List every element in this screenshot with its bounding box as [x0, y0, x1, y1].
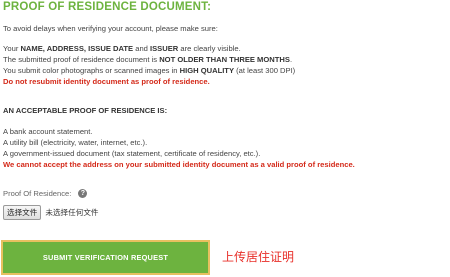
- acceptable-item: A utility bill (electricity, water, inte…: [3, 138, 148, 147]
- requirement-text: (at least 300 DPI): [234, 66, 296, 75]
- field-label-text: Proof Of Residence:: [3, 189, 72, 198]
- requirement-visible-fields: Your NAME, ADDRESS, ISSUE DATE and ISSUE…: [3, 44, 241, 53]
- requirement-quality: You submit color photographs or scanned …: [3, 66, 295, 75]
- file-upload-field: 选择文件 未选择任何文件: [3, 205, 99, 220]
- choose-file-button[interactable]: 选择文件: [3, 205, 42, 220]
- requirement-text: .: [289, 55, 293, 64]
- acceptable-item: A government-issued document (tax statem…: [3, 149, 261, 158]
- proof-of-residence-label: Proof Of Residence: ?: [3, 189, 88, 198]
- requirement-age: The submitted proof of residence documen…: [3, 55, 292, 64]
- requirement-text: The submitted proof of residence documen…: [3, 55, 160, 64]
- requirement-text: You submit color photographs or scanned …: [3, 66, 180, 75]
- submit-verification-button[interactable]: SUBMIT VERIFICATION REQUEST: [3, 242, 208, 273]
- help-icon[interactable]: ?: [78, 189, 88, 198]
- requirement-text: are clearly visible.: [178, 44, 241, 53]
- upload-annotation: 上传居住证明: [222, 250, 295, 264]
- requirement-emphasis: ISSUER: [150, 44, 179, 53]
- requirement-text: and: [133, 44, 150, 53]
- submit-highlight-frame: SUBMIT VERIFICATION REQUEST: [1, 240, 210, 275]
- requirement-emphasis: NAME, ADDRESS, ISSUE DATE: [20, 44, 134, 53]
- file-status-text: 未选择任何文件: [45, 208, 99, 217]
- intro-text: To avoid delays when verifying your acco…: [3, 24, 218, 33]
- verification-form: PROOF OF RESIDENCE DOCUMENT: To avoid de…: [0, 0, 450, 277]
- acceptable-heading: AN ACCEPTABLE PROOF OF RESIDENCE IS:: [3, 106, 168, 115]
- warning-text: We cannot accept the address on your sub…: [3, 160, 355, 169]
- acceptable-item: A bank account statement.: [3, 127, 93, 136]
- page-title: PROOF OF RESIDENCE DOCUMENT:: [3, 1, 212, 13]
- requirement-no-resubmit: Do not resubmit identity document as pro…: [3, 77, 210, 86]
- requirement-emphasis: NOT OLDER THAN THREE MONTHS: [159, 55, 290, 64]
- requirement-text: Your: [3, 44, 21, 53]
- requirement-emphasis: HIGH QUALITY: [179, 66, 235, 75]
